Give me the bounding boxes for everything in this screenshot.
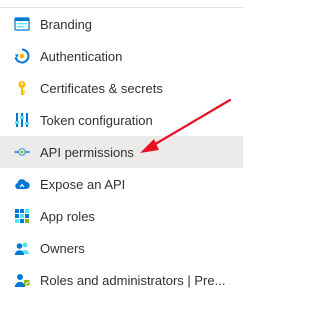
nav-item-certificates-secrets[interactable]: Certificates & secrets — [0, 72, 243, 104]
nav-item-label: API permissions — [40, 144, 134, 160]
cloud-icon — [14, 176, 30, 192]
api-permissions-icon — [14, 144, 30, 160]
nav-item-roles-and-administrators[interactable]: Roles and administrators | Pre... — [0, 264, 243, 296]
nav-item-partial[interactable] — [14, 303, 234, 311]
owners-icon — [14, 240, 30, 256]
nav-item-label: App roles — [40, 208, 95, 224]
nav-item-authentication[interactable]: Authentication — [0, 40, 243, 72]
nav-item-owners[interactable]: Owners — [0, 232, 243, 264]
token-configuration-icon — [14, 112, 30, 128]
app-registration-nav-menu: Branding Authentication Certificates & s… — [0, 0, 243, 311]
nav-item-label: Expose an API — [40, 176, 126, 192]
nav-item-api-permissions[interactable]: API permissions — [0, 136, 243, 168]
branding-icon — [14, 16, 30, 32]
key-icon — [14, 80, 30, 96]
nav-item-token-configuration[interactable]: Token configuration — [0, 104, 243, 136]
nav-item-label: Roles and administrators | Pre... — [40, 272, 226, 288]
nav-item-label: Certificates & secrets — [40, 80, 163, 96]
nav-item-expose-an-api[interactable]: Expose an API — [0, 168, 243, 200]
roles-administrators-icon — [14, 272, 30, 288]
nav-item-label: Authentication — [40, 48, 123, 64]
nav-item-label: Token configuration — [40, 112, 153, 128]
nav-item-app-roles[interactable]: App roles — [0, 200, 243, 232]
authentication-icon — [14, 48, 30, 64]
nav-item-label: Branding — [40, 16, 93, 32]
nav-item-branding[interactable]: Branding — [0, 8, 243, 40]
nav-item-label: Owners — [40, 240, 85, 256]
app-roles-icon — [14, 208, 30, 224]
